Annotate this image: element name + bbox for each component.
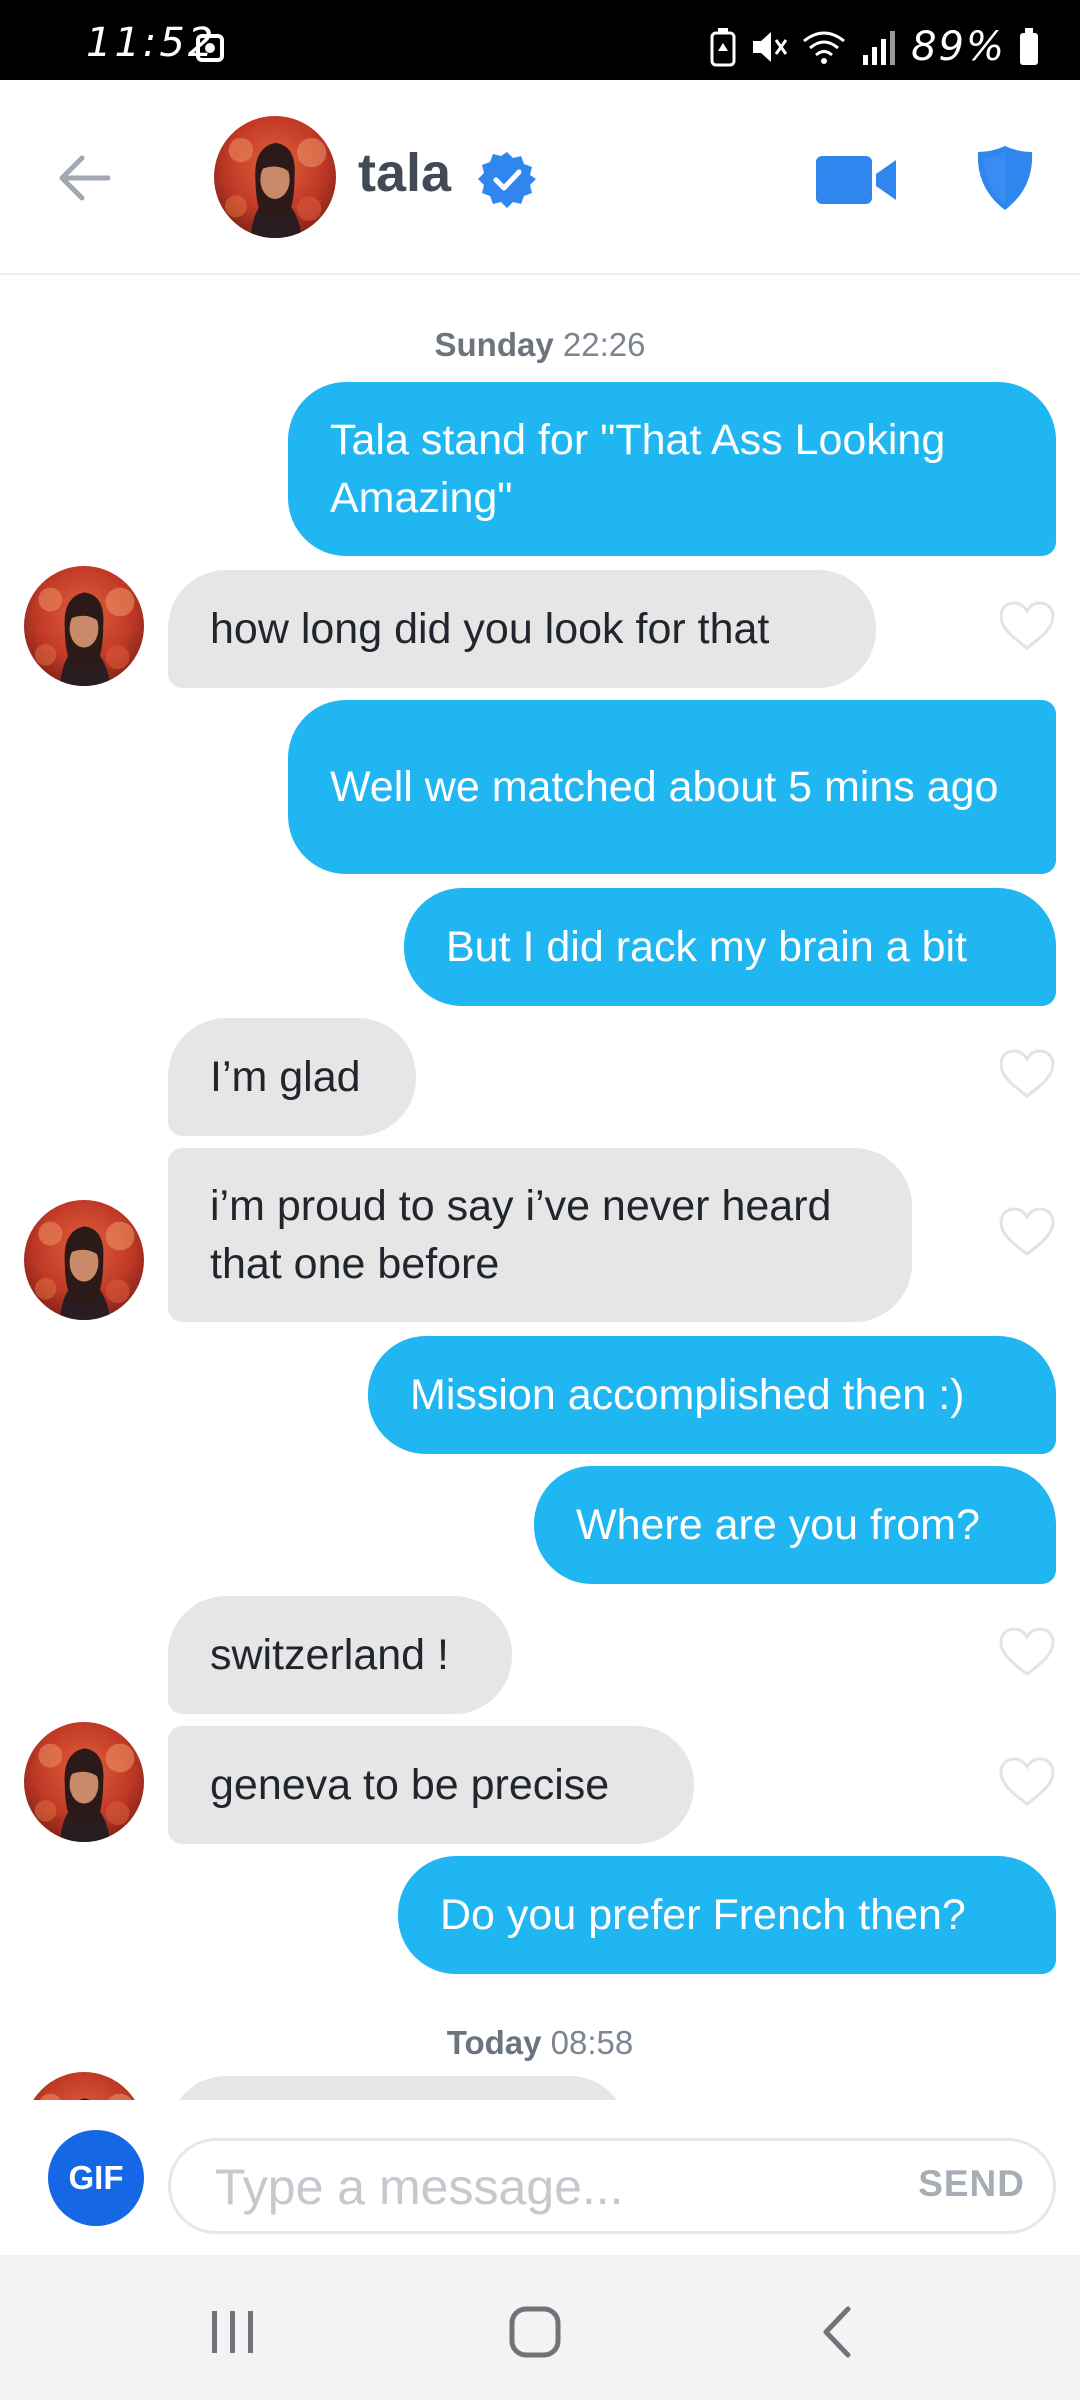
battery-saver-icon — [710, 28, 736, 67]
status-bar: 11:52 89% — [0, 0, 1080, 80]
heart-outline-icon[interactable] — [998, 1626, 1056, 1678]
message-outgoing[interactable]: Well we matched about 5 mins ago — [288, 700, 1056, 874]
back-arrow-icon[interactable] — [52, 146, 116, 210]
recents-icon[interactable] — [198, 2297, 268, 2367]
message-incoming[interactable]: I’m glad — [168, 1018, 416, 1136]
heart-outline-icon[interactable] — [998, 600, 1056, 652]
shield-icon[interactable] — [976, 144, 1034, 212]
wifi-icon — [803, 31, 846, 64]
video-camera-icon[interactable] — [814, 150, 898, 210]
message-incoming[interactable]: switzerland ! — [168, 1596, 512, 1714]
heart-outline-icon[interactable] — [998, 1756, 1056, 1808]
message-outgoing[interactable]: But I did rack my brain a bit — [404, 888, 1056, 1006]
battery-percentage: 89% — [911, 24, 1006, 70]
sender-avatar[interactable] — [24, 2072, 144, 2100]
chat-header: tala — [0, 80, 1080, 275]
system-nav-bar — [0, 2255, 1080, 2400]
message-incoming[interactable]: geneva to be precise — [168, 1726, 694, 1844]
message-outgoing[interactable]: Mission accomplished then :) — [368, 1336, 1056, 1454]
profile-name[interactable]: tala — [358, 142, 451, 204]
profile-avatar[interactable] — [214, 116, 336, 238]
verified-badge-icon — [478, 152, 536, 208]
message-outgoing[interactable]: Tala stand for "That Ass Looking Amazing… — [288, 382, 1056, 556]
send-button[interactable]: SEND — [918, 2163, 1025, 2205]
notification-icon — [196, 34, 224, 62]
message-incoming[interactable]: how long did you look for that — [168, 570, 876, 688]
message-input-container[interactable]: SEND — [168, 2138, 1056, 2234]
battery-icon — [1020, 28, 1038, 65]
message-composer: GIF SEND — [0, 2100, 1080, 2255]
sender-avatar[interactable] — [24, 1200, 144, 1320]
timestamp: Sunday 22:26 — [434, 326, 646, 363]
home-icon[interactable] — [500, 2297, 570, 2367]
message-incoming[interactable]: i’m proud to say i’ve never heard that o… — [168, 1148, 912, 1322]
mute-icon — [753, 32, 788, 62]
sender-avatar[interactable] — [24, 1722, 144, 1842]
heart-outline-icon[interactable] — [998, 1048, 1056, 1100]
message-outgoing[interactable]: Where are you from? — [534, 1466, 1056, 1584]
timestamp: Today 08:58 — [446, 2024, 634, 2061]
sender-avatar[interactable] — [24, 566, 144, 686]
message-list[interactable]: Sunday 22:26 Tala stand for "That Ass Lo… — [0, 276, 1080, 2100]
gif-button[interactable]: GIF — [48, 2130, 144, 2226]
signal-icon — [863, 31, 896, 65]
heart-outline-icon[interactable] — [998, 1206, 1056, 1258]
status-icons: 89% — [709, 24, 1040, 70]
message-incoming-partial[interactable] — [168, 2076, 628, 2100]
chevron-left-icon[interactable] — [804, 2297, 874, 2367]
message-outgoing[interactable]: Do you prefer French then? — [398, 1856, 1056, 1974]
message-input[interactable] — [215, 2153, 815, 2221]
